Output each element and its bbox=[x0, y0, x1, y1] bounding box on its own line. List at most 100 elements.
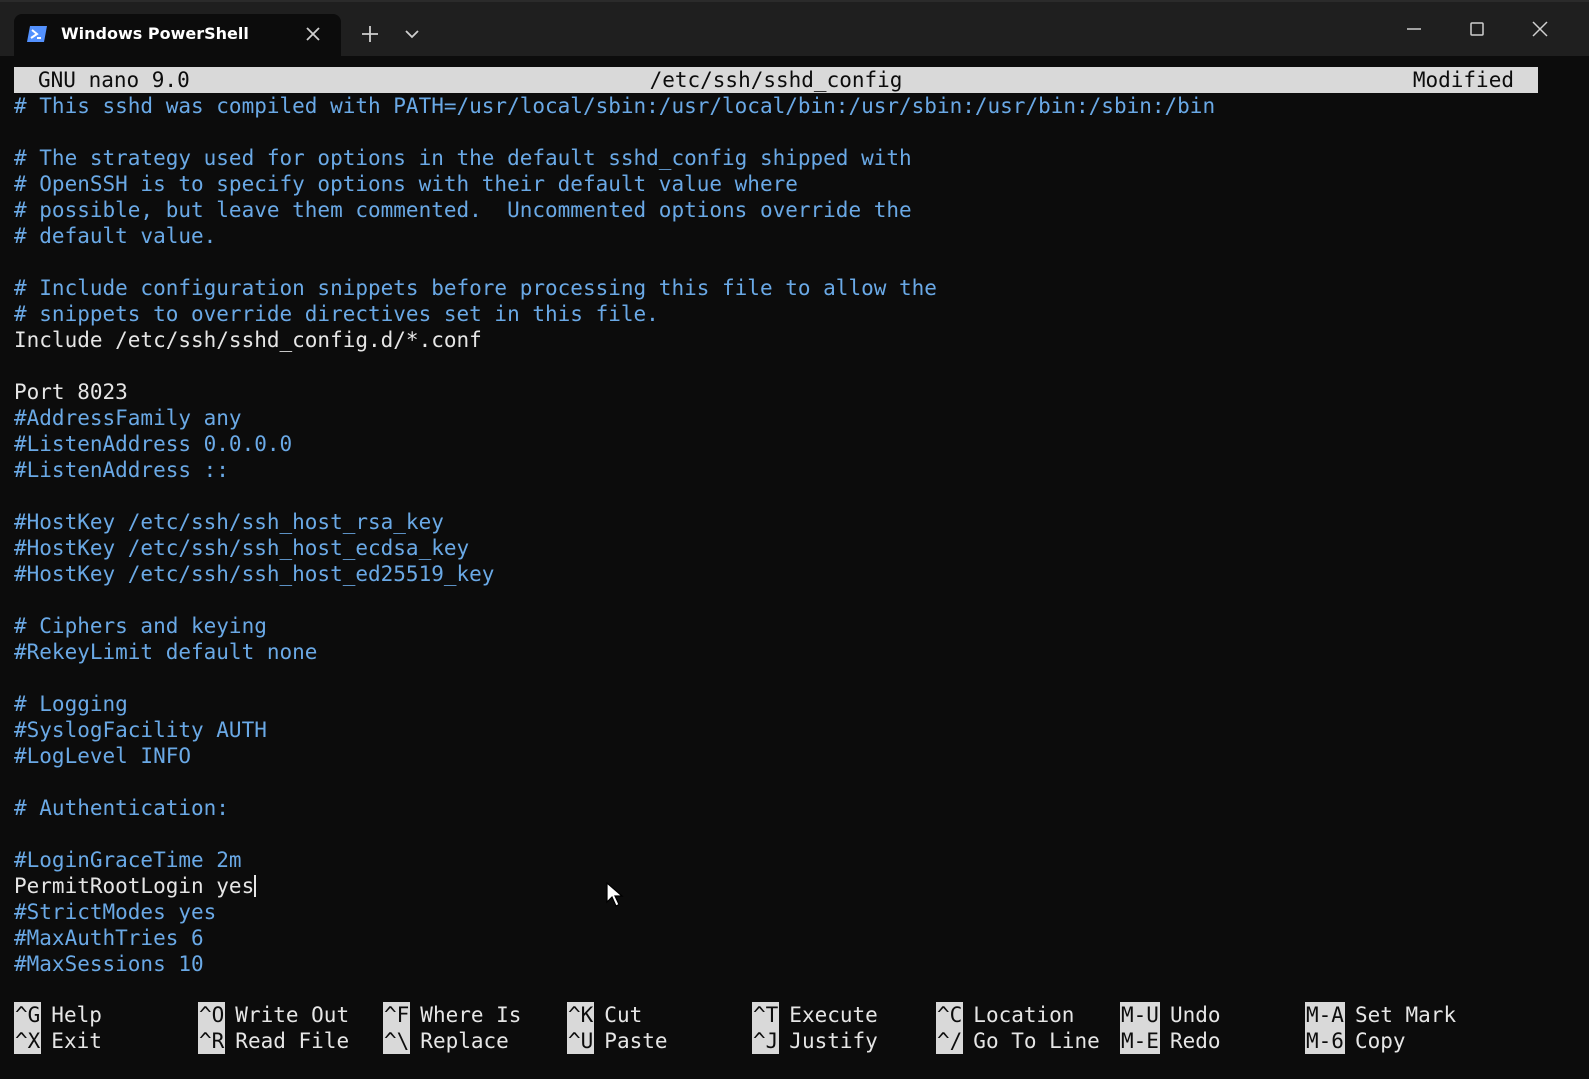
shortcut-label: Set Mark bbox=[1354, 1003, 1457, 1027]
powershell-icon bbox=[27, 26, 47, 42]
editor-line-text: #ListenAddress 0.0.0.0 bbox=[14, 432, 293, 456]
shortcut-key: ^X bbox=[14, 1028, 42, 1054]
shortcut-key: ^F bbox=[383, 1002, 411, 1028]
shortcut-go-to-line[interactable]: ^/ Go To Line bbox=[936, 1028, 1100, 1054]
text-cursor bbox=[254, 875, 257, 897]
editor-line-text: #HostKey /etc/ssh/ssh_host_rsa_key bbox=[14, 510, 444, 534]
tab-title: Windows PowerShell bbox=[61, 24, 249, 43]
shortcut-label: Paste bbox=[604, 1029, 668, 1053]
shortcut-copy[interactable]: M-6 Copy bbox=[1305, 1028, 1406, 1054]
editor-line[interactable]: #RekeyLimit default none bbox=[14, 639, 1554, 665]
shortcut-key: ^K bbox=[567, 1002, 595, 1028]
editor-line[interactable]: # snippets to override directives set in… bbox=[14, 301, 1554, 327]
shortcut-key: M-6 bbox=[1305, 1028, 1345, 1054]
editor-line[interactable] bbox=[14, 353, 1554, 379]
editor-line[interactable] bbox=[14, 821, 1554, 847]
editor-line[interactable]: # possible, but leave them commented. Un… bbox=[14, 197, 1554, 223]
editor-line[interactable]: PermitRootLogin yes bbox=[14, 873, 1554, 899]
editor-line-text: # possible, but leave them commented. Un… bbox=[14, 198, 912, 222]
editor-line[interactable]: #ListenAddress 0.0.0.0 bbox=[14, 431, 1554, 457]
shortcut-label: Write Out bbox=[235, 1003, 350, 1027]
shortcut-key: M-E bbox=[1120, 1028, 1160, 1054]
editor-line-text: #LoginGraceTime 2m bbox=[14, 848, 242, 872]
nano-header-bar: GNU nano 9.0 /etc/ssh/sshd_config Modifi… bbox=[14, 67, 1538, 93]
shortcut-cut[interactable]: ^K Cut bbox=[567, 1002, 642, 1028]
tab-windows-powershell[interactable]: Windows PowerShell bbox=[14, 14, 341, 56]
shortcut-write-out[interactable]: ^O Write Out bbox=[198, 1002, 349, 1028]
editor-line[interactable] bbox=[14, 119, 1554, 145]
editor-line[interactable]: #LoginGraceTime 2m bbox=[14, 847, 1554, 873]
editor-line[interactable]: # OpenSSH is to specify options with the… bbox=[14, 171, 1554, 197]
editor-line[interactable]: #AddressFamily any bbox=[14, 405, 1554, 431]
title-bar-edge bbox=[0, 0, 1589, 2]
editor-line[interactable]: #MaxSessions 10 bbox=[14, 951, 1554, 977]
shortcut-paste[interactable]: ^U Paste bbox=[567, 1028, 668, 1054]
editor-line[interactable]: # Authentication: bbox=[14, 795, 1554, 821]
shortcut-set-mark[interactable]: M-A Set Mark bbox=[1305, 1002, 1456, 1028]
editor-line[interactable]: # default value. bbox=[14, 223, 1554, 249]
editor-line[interactable]: #HostKey /etc/ssh/ssh_host_ed25519_key bbox=[14, 561, 1554, 587]
maximize-icon[interactable] bbox=[1463, 15, 1491, 43]
editor-line[interactable]: # Ciphers and keying bbox=[14, 613, 1554, 639]
editor-line[interactable]: #ListenAddress :: bbox=[14, 457, 1554, 483]
editor-line[interactable] bbox=[14, 769, 1554, 795]
editor-line[interactable]: #StrictModes yes bbox=[14, 899, 1554, 925]
editor-line[interactable] bbox=[14, 483, 1554, 509]
editor-line-text: #MaxSessions 10 bbox=[14, 952, 204, 976]
nano-shortcut-bar: ^G Help ^O Write Out ^F Where Is ^K Cut ^T Execut… bbox=[14, 1001, 1574, 1054]
shortcut-help[interactable]: ^G Help bbox=[14, 1002, 102, 1028]
minimize-icon[interactable] bbox=[1400, 15, 1428, 43]
editor-line[interactable]: #LogLevel INFO bbox=[14, 743, 1554, 769]
shortcut-replace[interactable]: ^\ Replace bbox=[383, 1028, 509, 1054]
chevron-down-icon[interactable] bbox=[398, 20, 426, 48]
shortcut-undo[interactable]: M-U Undo bbox=[1120, 1002, 1221, 1028]
editor-line[interactable] bbox=[14, 249, 1554, 275]
shortcut-read-file[interactable]: ^R Read File bbox=[198, 1028, 349, 1054]
editor-line-text: # This sshd was compiled with PATH=/usr/… bbox=[14, 94, 1216, 118]
editor-line[interactable]: #HostKey /etc/ssh/ssh_host_rsa_key bbox=[14, 509, 1554, 535]
editor-line[interactable]: # Include configuration snippets before … bbox=[14, 275, 1554, 301]
editor-line-text: #RekeyLimit default none bbox=[14, 640, 318, 664]
editor-line-text: PermitRootLogin yes bbox=[14, 874, 255, 898]
shortcut-label: Exit bbox=[51, 1029, 102, 1053]
shortcut-label: Execute bbox=[789, 1003, 878, 1027]
editor-line[interactable]: #HostKey /etc/ssh/ssh_host_ecdsa_key bbox=[14, 535, 1554, 561]
editor-line-text: # Ciphers and keying bbox=[14, 614, 267, 638]
editor-line[interactable]: Include /etc/ssh/sshd_config.d/*.conf bbox=[14, 327, 1554, 353]
shortcut-label: Copy bbox=[1354, 1029, 1406, 1053]
plus-icon[interactable] bbox=[356, 20, 384, 48]
editor-line[interactable]: Port 8023 bbox=[14, 379, 1554, 405]
editor-buffer[interactable]: # This sshd was compiled with PATH=/usr/… bbox=[14, 93, 1554, 977]
editor-line[interactable]: #SyslogFacility AUTH bbox=[14, 717, 1554, 743]
editor-line[interactable]: # Logging bbox=[14, 691, 1554, 717]
editor-line[interactable]: #MaxAuthTries 6 bbox=[14, 925, 1554, 951]
shortcut-key: ^\ bbox=[383, 1028, 411, 1054]
shortcut-key: ^C bbox=[936, 1002, 964, 1028]
shortcut-execute[interactable]: ^T Execute bbox=[752, 1002, 878, 1028]
shortcut-label: Read File bbox=[235, 1029, 350, 1053]
editor-line[interactable]: # This sshd was compiled with PATH=/usr/… bbox=[14, 93, 1554, 119]
shortcut-where-is[interactable]: ^F Where Is bbox=[383, 1002, 521, 1028]
editor-line-text: # OpenSSH is to specify options with the… bbox=[14, 172, 798, 196]
editor-line-text: #ListenAddress :: bbox=[14, 458, 229, 482]
editor-line-text: Include /etc/ssh/sshd_config.d/*.conf bbox=[14, 328, 482, 352]
shortcut-label: Go To Line bbox=[973, 1029, 1100, 1053]
editor-line-text: # The strategy used for options in the d… bbox=[14, 146, 912, 170]
shortcut-exit[interactable]: ^X Exit bbox=[14, 1028, 102, 1054]
editor-line[interactable] bbox=[14, 587, 1554, 613]
shortcut-label: Location bbox=[973, 1003, 1075, 1027]
terminal-area[interactable]: GNU nano 9.0 /etc/ssh/sshd_config Modifi… bbox=[0, 56, 1589, 1079]
editor-line[interactable] bbox=[14, 665, 1554, 691]
shortcut-location[interactable]: ^C Location bbox=[936, 1002, 1074, 1028]
shortcut-key: ^T bbox=[752, 1002, 780, 1028]
close-icon[interactable] bbox=[1526, 15, 1554, 43]
editor-line-text: #SyslogFacility AUTH bbox=[14, 718, 267, 742]
shortcut-redo[interactable]: M-E Redo bbox=[1120, 1028, 1221, 1054]
shortcut-justify[interactable]: ^J Justify bbox=[752, 1028, 878, 1054]
shortcut-label: Cut bbox=[604, 1003, 643, 1027]
editor-line[interactable]: # The strategy used for options in the d… bbox=[14, 145, 1554, 171]
shortcut-key: ^G bbox=[14, 1002, 42, 1028]
editor-line-text: # Include configuration snippets before … bbox=[14, 276, 937, 300]
close-tab-icon[interactable] bbox=[302, 23, 324, 45]
mouse-pointer-icon bbox=[606, 882, 624, 907]
